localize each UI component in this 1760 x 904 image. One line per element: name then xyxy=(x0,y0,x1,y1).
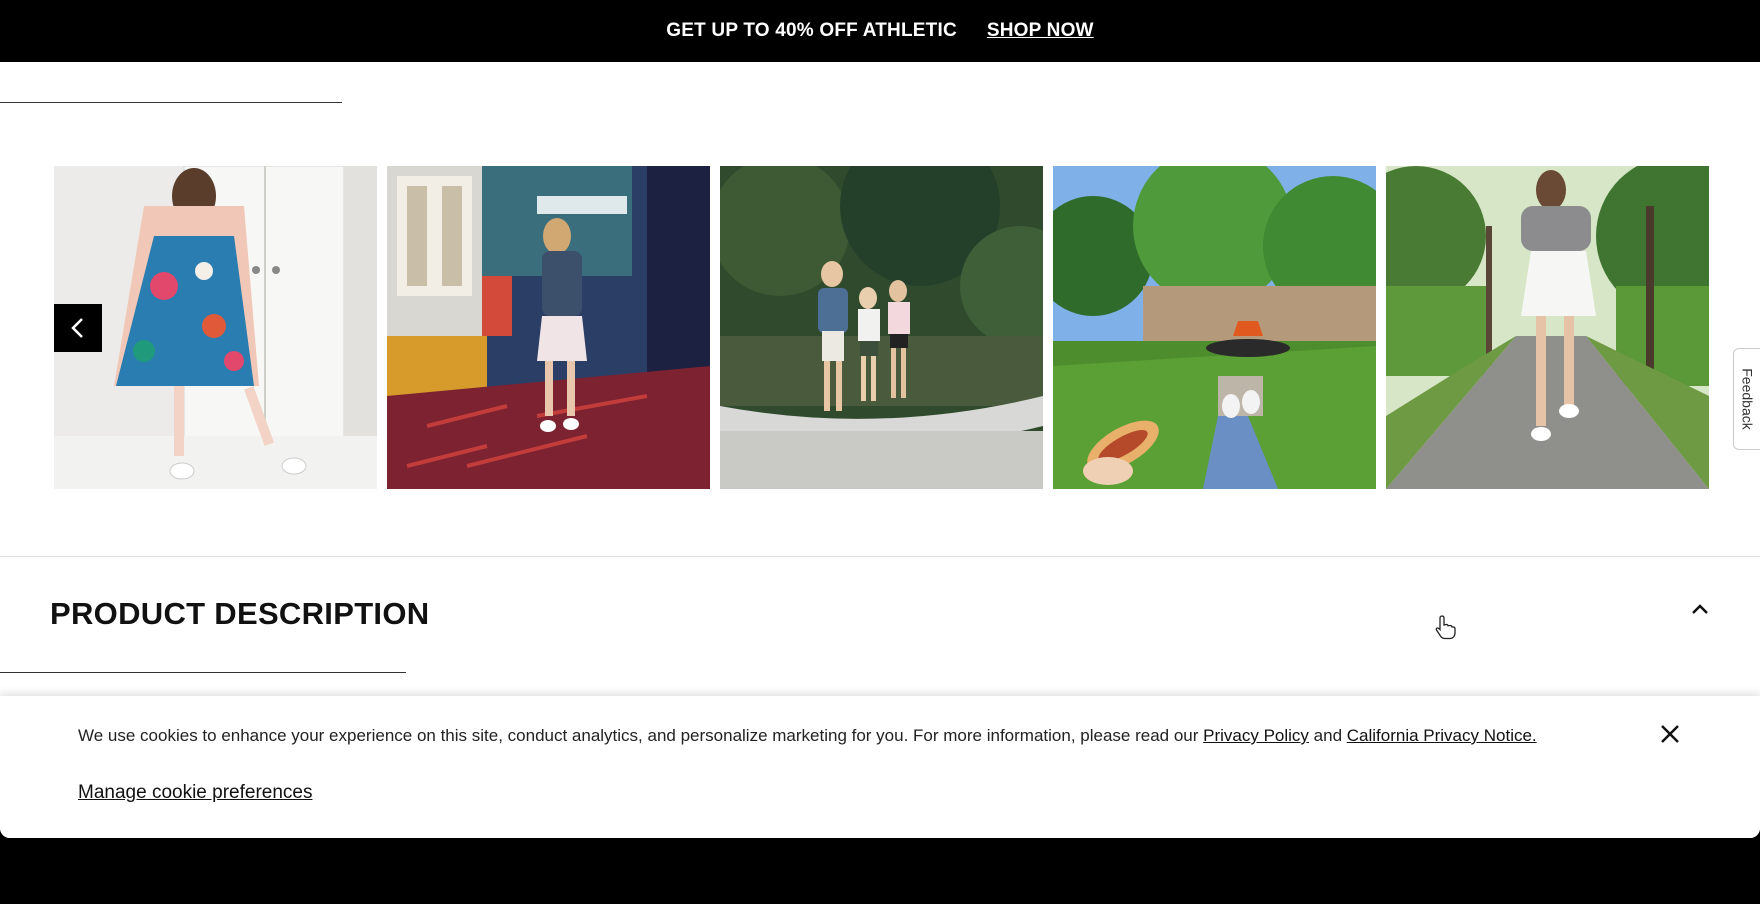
privacy-policy-link[interactable]: Privacy Policy xyxy=(1203,726,1309,745)
floral-dress-photo xyxy=(54,166,377,489)
chevron-up-icon xyxy=(1692,604,1708,614)
chevron-left-icon xyxy=(71,318,83,338)
product-description-underline xyxy=(0,672,406,673)
cookie-close-button[interactable] xyxy=(1658,722,1682,746)
ugc-gallery xyxy=(54,166,1710,489)
arcade-outfit-photo xyxy=(387,166,710,489)
hand-cursor-icon xyxy=(1435,615,1456,640)
feedback-label: Feedback xyxy=(1739,368,1756,430)
gallery-image-backyard[interactable] xyxy=(1053,166,1376,489)
feedback-tab[interactable]: Feedback xyxy=(1733,348,1760,450)
woodland-path-photo xyxy=(1386,166,1709,489)
gallery-image-woodland[interactable] xyxy=(1386,166,1709,489)
gallery-prev-button[interactable] xyxy=(54,304,102,352)
page-viewport: GET UP TO 40% OFF ATHLETIC SHOP NOW Feed… xyxy=(0,0,1760,838)
promo-banner: GET UP TO 40% OFF ATHLETIC SHOP NOW xyxy=(0,0,1760,62)
gallery-image-arcade[interactable] xyxy=(387,166,710,489)
section-underline xyxy=(0,102,342,103)
product-description-toggle[interactable] xyxy=(1688,598,1712,622)
california-privacy-notice-link[interactable]: California Privacy Notice. xyxy=(1347,726,1537,745)
family-outdoor-photo xyxy=(720,166,1043,489)
cookie-message: We use cookies to enhance your experienc… xyxy=(78,726,1537,746)
close-icon xyxy=(1661,725,1679,743)
promo-text: GET UP TO 40% OFF ATHLETIC xyxy=(666,20,957,41)
cookie-message-text: We use cookies to enhance your experienc… xyxy=(78,726,1204,745)
cookie-banner: We use cookies to enhance your experienc… xyxy=(0,696,1760,838)
backyard-firepit-photo xyxy=(1053,166,1376,489)
gallery-image-family[interactable] xyxy=(720,166,1043,489)
shop-now-link[interactable]: SHOP NOW xyxy=(987,20,1094,42)
product-description-title[interactable]: PRODUCT DESCRIPTION xyxy=(50,596,429,632)
manage-cookie-preferences-link[interactable]: Manage cookie preferences xyxy=(78,782,312,804)
section-divider xyxy=(0,556,1760,557)
gallery-image-floral-dress[interactable] xyxy=(54,166,377,489)
cookie-message-and: and xyxy=(1308,726,1347,745)
